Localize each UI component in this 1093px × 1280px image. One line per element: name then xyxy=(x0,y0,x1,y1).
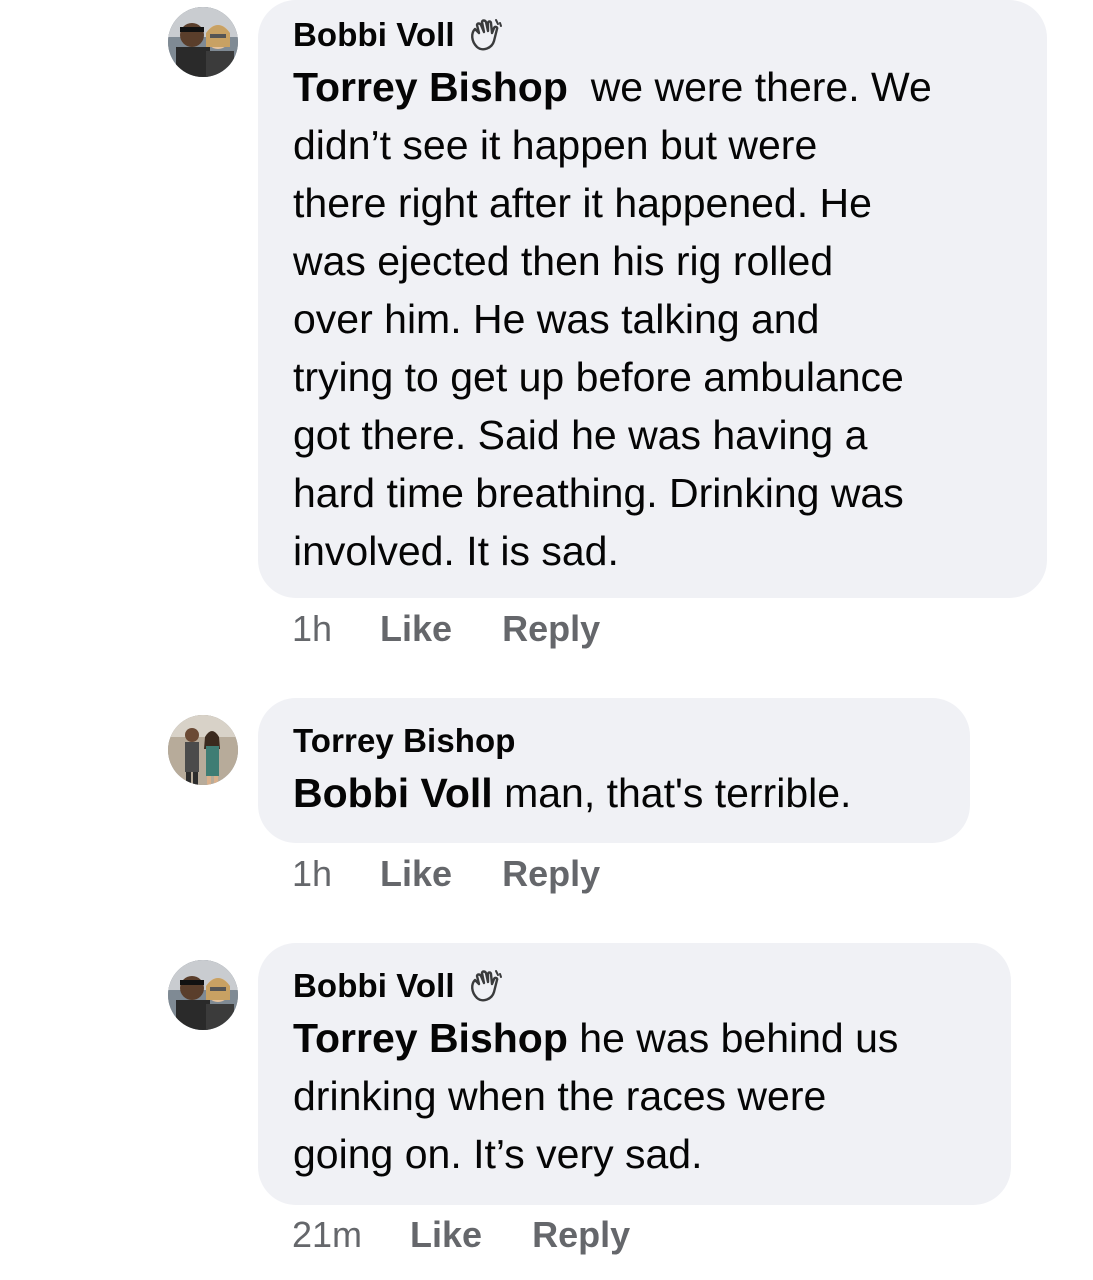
text-line: drinking when the races were xyxy=(293,1073,827,1119)
text-line: we were there. We xyxy=(590,64,932,110)
comment-actions: 1h Like Reply xyxy=(292,604,650,654)
mention-link[interactable]: Torrey Bishop xyxy=(293,64,568,110)
text-line: he was behind us xyxy=(579,1015,899,1061)
comment-actions: 21m Like Reply xyxy=(292,1210,680,1260)
mention-link[interactable]: Bobbi Voll xyxy=(293,770,493,816)
author-name[interactable]: Torrey Bishop xyxy=(293,722,516,760)
timestamp[interactable]: 21m xyxy=(292,1214,362,1256)
author-row: Torrey Bishop xyxy=(293,720,936,762)
comment-bubble: Bobbi Voll Torrey Bishop we were there. … xyxy=(258,0,1047,598)
like-button[interactable]: Like xyxy=(380,608,452,650)
comment-bubble: Torrey Bishop Bobbi Voll man, that's ter… xyxy=(258,698,970,843)
wave-icon xyxy=(467,17,503,53)
text-line: man, that's terrible. xyxy=(504,770,852,816)
author-row: Bobbi Voll xyxy=(293,14,1013,56)
reply-button[interactable]: Reply xyxy=(532,1214,630,1256)
text-line: was ejected then his rig rolled xyxy=(293,238,834,284)
avatar-image xyxy=(168,960,238,1030)
timestamp[interactable]: 1h xyxy=(292,853,332,895)
text-line: didn’t see it happen but were xyxy=(293,122,818,168)
comment-text: Torrey Bishop he was behind us drinking … xyxy=(293,1009,977,1183)
timestamp[interactable]: 1h xyxy=(292,608,332,650)
comment-text: Torrey Bishop we were there. We didn’t s… xyxy=(293,58,1013,580)
author-name[interactable]: Bobbi Voll xyxy=(293,16,455,54)
author-row: Bobbi Voll xyxy=(293,965,977,1007)
like-button[interactable]: Like xyxy=(380,853,452,895)
like-button[interactable]: Like xyxy=(410,1214,482,1256)
text-line: hard time breathing. Drinking was xyxy=(293,470,904,516)
comment-bubble: Bobbi Voll Torrey Bishop he was behind u… xyxy=(258,943,1011,1205)
avatar-bobbi-voll[interactable] xyxy=(168,7,238,77)
comment-text: Bobbi Voll man, that's terrible. xyxy=(293,764,936,822)
avatar-image xyxy=(168,715,238,785)
avatar-image xyxy=(168,7,238,77)
wave-icon xyxy=(467,968,503,1004)
text-line: involved. It is sad. xyxy=(293,528,619,574)
reply-button[interactable]: Reply xyxy=(502,853,600,895)
avatar-bobbi-voll[interactable] xyxy=(168,960,238,1030)
avatar-torrey-bishop[interactable] xyxy=(168,715,238,785)
text-line: going on. It’s very sad. xyxy=(293,1131,703,1177)
text-line: trying to get up before ambulance xyxy=(293,354,904,400)
reply-button[interactable]: Reply xyxy=(502,608,600,650)
mention-link[interactable]: Torrey Bishop xyxy=(293,1015,568,1061)
author-name[interactable]: Bobbi Voll xyxy=(293,967,455,1005)
text-line: over him. He was talking and xyxy=(293,296,820,342)
text-line: there right after it happened. He xyxy=(293,180,872,226)
comment-actions: 1h Like Reply xyxy=(292,849,650,899)
text-line: got there. Said he was having a xyxy=(293,412,868,458)
